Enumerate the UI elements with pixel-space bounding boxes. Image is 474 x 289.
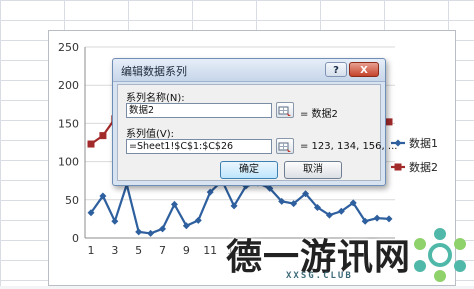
y-tick-label: 50 <box>65 194 79 207</box>
data-point <box>87 140 95 148</box>
legend-label: 数据1 <box>409 136 438 150</box>
x-tick-label: 1 <box>88 244 95 257</box>
y-tick-label: 200 <box>58 79 79 92</box>
data-point <box>385 215 393 223</box>
y-tick-label: 100 <box>58 156 79 169</box>
series-values-preview: = 123, 134, 156, ... <box>300 141 398 152</box>
dialog-titlebar[interactable]: 编辑数据系列 ? X <box>113 59 385 82</box>
data-point <box>135 228 143 236</box>
series-values-range-button[interactable] <box>276 138 294 154</box>
x-tick-label: 9 <box>183 244 190 257</box>
data-point <box>99 132 107 140</box>
close-button[interactable]: X <box>349 62 379 77</box>
data-point <box>111 217 119 225</box>
series-name-label: 系列名称(N): <box>126 93 185 104</box>
series-name-input[interactable]: 数据2 <box>126 103 272 118</box>
legend-marker <box>394 163 402 171</box>
x-tick-label: 11 <box>203 244 217 257</box>
data-point <box>147 229 155 237</box>
x-tick-label: 5 <box>135 244 142 257</box>
y-tick-label: 0 <box>72 232 79 245</box>
series-values-input[interactable]: =Sheet1!$C$1:$C$26 <box>126 139 272 154</box>
edit-series-dialog: 编辑数据系列 ? X 系列名称(N): 数据2 = 数据2 系列值(V): =S… <box>112 58 397 186</box>
legend-label: 数据2 <box>409 160 438 174</box>
dialog-body: 系列名称(N): 数据2 = 数据2 系列值(V): =Sheet1!$C$1:… <box>117 84 397 181</box>
ok-button[interactable]: 确定 <box>220 161 278 179</box>
data-point <box>194 216 202 224</box>
series-name-range-button[interactable] <box>276 102 294 118</box>
x-tick-label: 3 <box>111 244 118 257</box>
series-line <box>90 178 390 235</box>
series-name-preview: = 数据2 <box>300 109 338 120</box>
data-point <box>385 118 393 126</box>
range-select-icon <box>278 106 291 116</box>
watermark-url: XXSG.CLUB <box>286 271 353 281</box>
data-point <box>159 225 167 233</box>
series-values-label: 系列值(V): <box>126 129 175 140</box>
range-select-icon <box>278 142 291 152</box>
data-point <box>373 214 381 222</box>
help-button[interactable]: ? <box>325 62 347 77</box>
dialog-title: 编辑数据系列 <box>121 65 187 78</box>
x-tick-label: 7 <box>159 244 166 257</box>
watermark-logo <box>414 228 466 282</box>
y-tick-label: 250 <box>58 41 79 54</box>
y-tick-label: 150 <box>58 117 79 130</box>
cancel-button[interactable]: 取消 <box>284 161 342 179</box>
